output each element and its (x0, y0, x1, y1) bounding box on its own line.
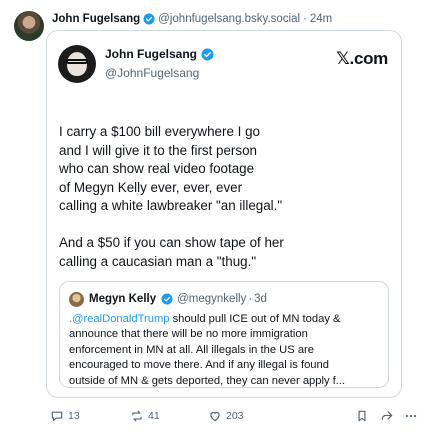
share-button[interactable] (380, 406, 394, 426)
quote-text-line: announce that there will be no more immi… (69, 328, 308, 341)
bookmark-button[interactable] (355, 406, 369, 426)
embed-text-line: calling a white lawbreaker "an illegal." (59, 198, 283, 214)
repost-icon (132, 410, 142, 422)
like-button[interactable]: 203 (208, 406, 244, 426)
embed-display-name: John Fugelsang (105, 47, 217, 61)
like-count: 203 (226, 410, 244, 422)
quote-text-fragment: should pull ICE out of MN today & (169, 313, 341, 325)
embed-text-line: of Megyn Kelly ever, ever, ever (59, 179, 243, 195)
like-icon (210, 411, 220, 422)
embed-text-line: calling a caucasian man a "thug." (59, 253, 257, 269)
embed-text-line: and I will give it to the first person (59, 142, 257, 158)
embed-avatar (58, 45, 96, 83)
author-avatar[interactable] (14, 11, 44, 41)
mention-link[interactable]: .@realDonaldTrump (69, 313, 169, 325)
share-icon (381, 411, 393, 421)
embed-body-text: I carry a $100 bill everywhere I go and … (59, 123, 389, 271)
separator-dot: · (248, 293, 253, 305)
quote-avatar (69, 292, 84, 307)
more-options-button[interactable] (404, 406, 418, 426)
post: John Fugelsang @johnfugelsang.bsky.socia… (0, 0, 429, 435)
quote-display-name: Megyn Kelly (89, 293, 157, 305)
separator-dot: · (303, 13, 307, 25)
reply-icon (51, 411, 63, 421)
repost-count: 41 (148, 410, 160, 422)
quote-header: Megyn Kelly @megynkelly · 3d (89, 291, 267, 307)
quoted-post[interactable]: Megyn Kelly @megynkelly · 3d .@realDonal… (59, 281, 389, 388)
embedded-post-card[interactable]: John Fugelsang @JohnFugelsang 𝕏.com I ca… (46, 30, 402, 398)
quote-text-line: .@realDonaldTrump should pull ICE out of… (69, 312, 385, 327)
quote-body-text: .@realDonaldTrump should pull ICE out of… (69, 312, 385, 389)
author-handle[interactable]: @johnfugelsang.bsky.social (158, 13, 300, 25)
reply-count: 13 (68, 410, 80, 422)
verified-icon (201, 48, 214, 60)
more-icon (405, 414, 417, 418)
quote-text-line: outside of MN & gets deported, they can … (69, 374, 346, 387)
repost-button[interactable]: 41 (130, 406, 160, 426)
embed-display-name-text: John Fugelsang (105, 47, 198, 61)
post-timestamp[interactable]: 24m (310, 13, 332, 25)
post-header: John Fugelsang @johnfugelsang.bsky.socia… (52, 10, 332, 28)
author-display-name[interactable]: John Fugelsang (52, 13, 140, 25)
verified-icon (161, 293, 173, 305)
x-com-logo: 𝕏.com (336, 49, 388, 68)
action-bar: 13 41 203 (46, 406, 418, 426)
quote-timestamp: 3d (254, 293, 267, 305)
embed-text-line: who can show real video footage (59, 161, 255, 177)
quote-text-line: enforcement in MN at all. All illegals i… (69, 343, 314, 356)
verified-icon (143, 13, 155, 25)
bookmark-icon (358, 410, 366, 422)
embed-text-line: I carry a $100 bill everywhere I go (59, 124, 260, 139)
embed-handle: @JohnFugelsang (105, 66, 200, 80)
quote-handle: @megynkelly (177, 293, 247, 305)
quote-text-line: encouraged to move there. And if any ill… (69, 359, 329, 372)
embed-text-line: And a $50 if you can show tape of her (59, 234, 284, 250)
reply-button[interactable]: 13 (50, 406, 80, 426)
